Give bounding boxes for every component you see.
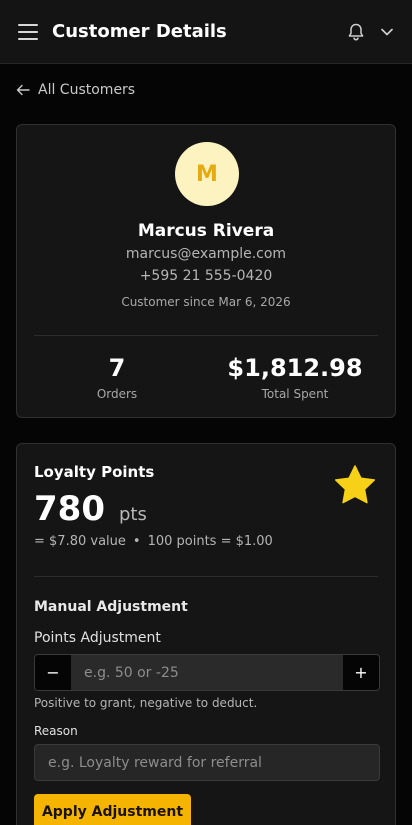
points-balance: 780 pts: [34, 489, 147, 529]
points-meta: = $7.80 value • 100 points = $1.00: [34, 534, 273, 549]
points-value-text: = $7.80 value: [34, 534, 126, 549]
points-value: 780: [34, 489, 105, 529]
bell-icon[interactable]: [346, 22, 366, 42]
total-spent-value: $1,812.98: [227, 354, 363, 382]
customer-profile-card: M Marcus Rivera marcus@example.com +595 …: [16, 124, 396, 418]
orders-count: 7: [108, 354, 126, 382]
total-spent-stat: $1,812.98 Total Spent: [210, 353, 380, 401]
customer-name: Marcus Rivera: [137, 221, 275, 241]
customer-since: Customer since Mar 6, 2026: [121, 295, 291, 309]
reason-input[interactable]: [34, 744, 380, 781]
menu-icon[interactable]: [18, 24, 38, 40]
manual-adjustment-title: Manual Adjustment: [34, 599, 188, 615]
loyalty-points-card: Loyalty Points 780 pts = $7.80 value • 100…: [16, 443, 396, 825]
points-adjustment-label: Points Adjustment: [34, 630, 161, 646]
chevron-down-icon[interactable]: [380, 26, 394, 38]
apply-adjustment-button[interactable]: Apply Adjustment: [34, 794, 191, 825]
orders-stat: 7 Orders: [32, 353, 202, 401]
top-app-bar: Customer Details: [0, 0, 412, 64]
loyalty-title: Loyalty Points: [34, 463, 155, 481]
star-icon: [334, 465, 376, 504]
points-adjustment-stepper: − +: [34, 654, 380, 691]
decrement-button[interactable]: −: [35, 655, 71, 690]
customer-email: marcus@example.com: [125, 246, 287, 262]
points-adjustment-input[interactable]: [71, 655, 343, 690]
total-spent-label: Total Spent: [261, 387, 329, 401]
points-unit: pts: [118, 504, 147, 525]
page-title: Customer Details: [52, 21, 227, 42]
back-to-customers-link[interactable]: All Customers: [16, 80, 135, 100]
increment-button[interactable]: +: [343, 655, 379, 690]
points-rate-text: 100 points = $1.00: [147, 534, 273, 549]
avatar: M: [175, 142, 239, 206]
arrow-left-icon: [16, 84, 30, 96]
adjustment-help-text: Positive to grant, negative to deduct.: [34, 696, 258, 710]
meta-separator: •: [132, 534, 141, 549]
orders-label: Orders: [96, 387, 138, 401]
profile-divider: [34, 335, 378, 336]
loyalty-divider: [34, 576, 378, 577]
back-link-label: All Customers: [38, 82, 136, 98]
reason-label: Reason: [34, 724, 78, 738]
customer-phone: +595 21 555-0420: [139, 268, 273, 284]
